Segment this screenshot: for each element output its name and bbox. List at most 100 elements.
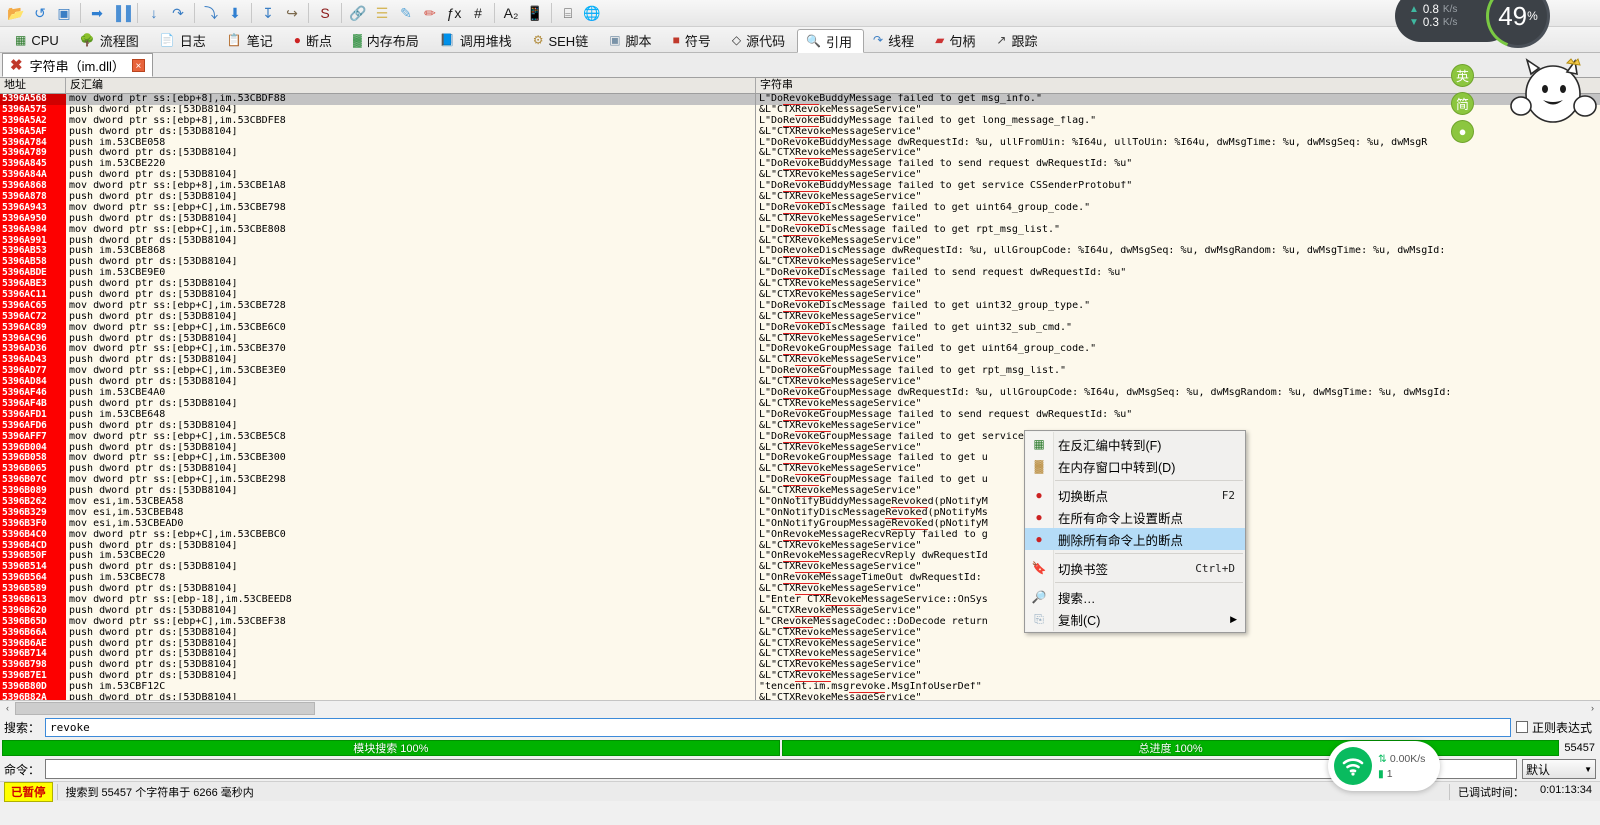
address-cell[interactable]: 5396A950: [0, 213, 66, 225]
address-cell[interactable]: 5396AFD6: [0, 420, 66, 432]
disassembly-cell[interactable]: mov dword ptr ss:[ebp+C],im.53CBEF38: [66, 617, 755, 628]
tab-source[interactable]: ◇ 源代码: [723, 28, 797, 52]
string-cell[interactable]: &L"CTXRevokeMessageService": [756, 279, 1600, 291]
disassembly-cell[interactable]: mov dword ptr ss:[ebp+8],im.53CBDF88: [66, 94, 755, 105]
string-cell[interactable]: &L"CTXRevokeMessageService": [756, 377, 1600, 389]
address-cell[interactable]: 5396B798: [0, 660, 66, 672]
disassembly-cell[interactable]: push dword ptr ds:[53DB8104]: [66, 377, 755, 388]
disassembly-cell[interactable]: push dword ptr ds:[53DB8104]: [66, 628, 755, 639]
string-cell[interactable]: L"DoRevokeGroupMessage failed to get rpt…: [756, 366, 1600, 378]
disassembly-cell[interactable]: push dword ptr ds:[53DB8104]: [66, 639, 755, 650]
address-cell[interactable]: 5396B620: [0, 605, 66, 617]
disassembly-cell[interactable]: push im.53CBE868: [66, 246, 755, 257]
disassembly-cell[interactable]: push dword ptr ds:[53DB8104]: [66, 693, 755, 700]
string-cell[interactable]: &L"CTXRevokeMessageService": [756, 290, 1600, 301]
disassembly-cell[interactable]: mov dword ptr ss:[ebp+C],im.53CBE370: [66, 344, 755, 355]
address-cell[interactable]: 5396A984: [0, 224, 66, 236]
address-cell[interactable]: 5396AFF7: [0, 431, 66, 443]
disassembly-cell[interactable]: push dword ptr ds:[53DB8104]: [66, 214, 755, 225]
disassembly-cell[interactable]: push dword ptr ds:[53DB8104]: [66, 279, 755, 290]
disassembly-cell[interactable]: mov dword ptr ss:[ebp+C],im.53CBE6C0: [66, 323, 755, 334]
address-cell[interactable]: 5396AD36: [0, 344, 66, 356]
address-cell[interactable]: 5396ABE3: [0, 279, 66, 291]
string-cell[interactable]: &L"CTXRevokeMessageService": [756, 638, 1600, 650]
ime-badge-simplified[interactable]: 简: [1451, 92, 1474, 115]
disassembly-cell[interactable]: push im.53CBEC78: [66, 573, 755, 584]
address-cell[interactable]: 5396B089: [0, 486, 66, 497]
address-cell[interactable]: 5396AB53: [0, 246, 66, 258]
disassembly-cell[interactable]: push dword ptr ds:[53DB8104]: [66, 148, 755, 159]
address-cell[interactable]: 5396A878: [0, 192, 66, 203]
trace-into-icon[interactable]: ↧: [256, 2, 280, 25]
disassembly-cell[interactable]: mov dword ptr ss:[ebp+C],im.53CBE798: [66, 203, 755, 214]
string-cell[interactable]: &L"CTXRevokeMessageService": [756, 660, 1600, 672]
address-cell[interactable]: 5396B714: [0, 649, 66, 661]
address-cell[interactable]: 5396B50F: [0, 551, 66, 563]
address-cell[interactable]: 5396B3F0: [0, 518, 66, 530]
disassembly-cell[interactable]: mov dword ptr ss:[ebp-18],im.53CBEED8: [66, 595, 755, 606]
string-cell[interactable]: L"DoRevokeGroupMessage dwRequestId: %u, …: [756, 388, 1600, 399]
phone-icon[interactable]: 📱: [523, 2, 547, 25]
scrollbar-thumb[interactable]: [15, 701, 315, 715]
disassembly-cell[interactable]: push dword ptr ds:[53DB8104]: [66, 192, 755, 203]
address-cell[interactable]: 5396B4CD: [0, 540, 66, 552]
context-menu[interactable]: ▦ 在反汇编中转到(F) ▓ 在内存窗口中转到(D) ● 切换断点 F2 ● 在所有命令上设置断…: [1024, 430, 1246, 633]
disassembly-cell[interactable]: push im.53CBE9E0: [66, 268, 755, 279]
address-cell[interactable]: 5396AD77: [0, 366, 66, 378]
disassembly-cell[interactable]: push dword ptr ds:[53DB8104]: [66, 236, 755, 247]
disassembly-cell[interactable]: mov dword ptr ss:[ebp+C],im.53CBE300: [66, 453, 755, 464]
document-tab-strings[interactable]: ✖ 字符串（im.dll） ×: [2, 53, 153, 77]
address-cell[interactable]: 5396B262: [0, 496, 66, 508]
address-cell[interactable]: 5396ABDE: [0, 268, 66, 280]
comment-icon[interactable]: ✏: [418, 2, 442, 25]
disassembly-cell[interactable]: push im.53CBE4A0: [66, 388, 755, 399]
step-over-icon[interactable]: ↷: [166, 2, 190, 25]
disassembly-cell[interactable]: mov esi,im.53CBEAD0: [66, 519, 755, 530]
address-cell[interactable]: 5396B613: [0, 594, 66, 606]
string-cell[interactable]: L"DoRevokeBuddyMessage failed to get ser…: [756, 181, 1600, 193]
disassembly-cell[interactable]: mov esi,im.53CBEB48: [66, 508, 755, 519]
address-cell[interactable]: 5396AF46: [0, 388, 66, 399]
step-out-icon[interactable]: ⤵: [199, 2, 223, 25]
address-cell[interactable]: 5396B514: [0, 562, 66, 574]
address-cell[interactable]: 5396AB58: [0, 257, 66, 269]
address-cell[interactable]: 5396A868: [0, 181, 66, 193]
regex-checkbox[interactable]: [1515, 721, 1528, 733]
address-cell[interactable]: 5396B07C: [0, 475, 66, 487]
disassembly-cell[interactable]: push dword ptr ds:[53DB8104]: [66, 464, 755, 475]
string-cell[interactable]: &L"CTXRevokeMessageService": [756, 671, 1600, 683]
disassembly-cell[interactable]: push im.53CBE058: [66, 138, 755, 149]
ime-badge-english[interactable]: 英: [1451, 64, 1474, 87]
address-cell[interactable]: 5396A5AF: [0, 126, 66, 138]
search-input[interactable]: revoke: [45, 717, 1511, 737]
address-cell[interactable]: 5396B82A: [0, 692, 66, 700]
tab-script[interactable]: ▣ 脚本: [600, 28, 663, 52]
disassembly-cell[interactable]: push dword ptr ds:[53DB8104]: [66, 290, 755, 301]
disassembly-cell[interactable]: push dword ptr ds:[53DB8104]: [66, 541, 755, 552]
disassembly-cell[interactable]: push dword ptr ds:[53DB8104]: [66, 649, 755, 660]
column-header-address[interactable]: 地址: [0, 78, 66, 93]
pin-icon[interactable]: ✖: [10, 58, 23, 73]
address-cell[interactable]: 5396B058: [0, 453, 66, 465]
wechat-float-widget[interactable]: ⇅ 0.00K/s ▮ 1: [1328, 741, 1440, 791]
run-icon[interactable]: ➡: [85, 2, 109, 25]
address-cell[interactable]: 5396AFD1: [0, 409, 66, 421]
address-cell[interactable]: 5396A568: [0, 94, 66, 105]
address-cell[interactable]: 5396AC96: [0, 333, 66, 345]
address-cell[interactable]: 5396AC89: [0, 322, 66, 334]
tab-seh[interactable]: ⚙ SEH链: [524, 28, 601, 52]
log-icon[interactable]: ☰: [370, 2, 394, 25]
disassembly-cell[interactable]: mov dword ptr ss:[ebp+C],im.53CBE808: [66, 225, 755, 236]
close-icon[interactable]: ×: [131, 58, 145, 72]
ime-badge-extra[interactable]: ●: [1451, 120, 1474, 143]
restart-icon[interactable]: ↺: [28, 2, 52, 25]
globe-icon[interactable]: 🌐: [580, 2, 604, 25]
tab-log[interactable]: 📄 日志: [151, 28, 218, 52]
address-cell[interactable]: 5396AD84: [0, 377, 66, 389]
disassembly-cell[interactable]: mov dword ptr ss:[ebp+C],im.53CBE5C8: [66, 432, 755, 443]
hash-icon[interactable]: #: [466, 2, 490, 25]
disassembly-cell[interactable]: mov esi,im.53CBEA58: [66, 497, 755, 508]
tab-memory-map[interactable]: ▓ 内存布局: [344, 28, 431, 52]
disassembly-cell[interactable]: mov dword ptr ss:[ebp+C],im.53CBE3E0: [66, 366, 755, 377]
string-cell[interactable]: &L"CTXRevokeMessageService": [756, 213, 1600, 225]
